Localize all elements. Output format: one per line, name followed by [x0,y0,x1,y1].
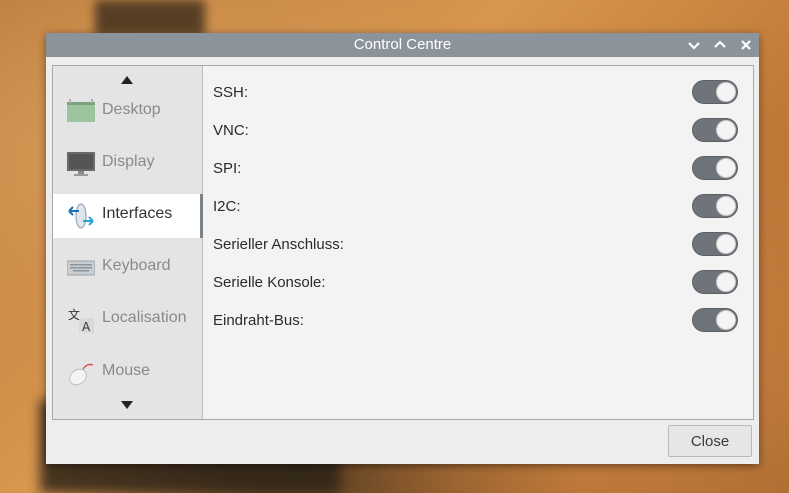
monitor-icon [67,152,95,176]
toggle-knob [716,234,736,254]
sidebar-item-mouse[interactable]: Mouse [53,351,202,395]
sidebar-item-label: Display [102,153,155,170]
close-button-label: Close [690,433,730,450]
title-bar[interactable]: Control Centre [46,33,759,57]
interface-row-spi: SPI: [203,153,753,183]
svg-text:文: 文 [68,307,80,322]
main-panel: Desktop Display Interfaces Keyboard 文 A … [52,65,754,420]
interface-label: VNC: [213,122,249,139]
interface-row-i2c: I2C: [203,191,753,221]
one-wire-toggle[interactable] [692,308,738,332]
interface-row-ssh: SSH: [203,77,753,107]
keyboard-icon [67,260,95,276]
interface-row-vnc: VNC: [203,115,753,145]
interface-label: SSH: [213,84,249,101]
desktop-icon [67,99,95,122]
interface-row-serial-port: Serieller Anschluss: [203,229,753,259]
close-icon [741,40,751,50]
toggle-knob [716,120,736,140]
spi-toggle[interactable] [692,156,738,180]
maximize-button[interactable] [711,36,729,54]
sidebar-scroll-down-button[interactable] [53,397,202,413]
sidebar-item-interfaces[interactable]: Interfaces [53,194,202,238]
interface-label: Serielle Konsole: [213,274,326,291]
interface-label: Eindraht-Bus: [213,312,304,329]
interface-label: Serieller Anschluss: [213,236,344,253]
triangle-down-icon [121,401,133,409]
toggle-knob [716,272,736,292]
interface-label: SPI: [213,160,242,177]
triangle-up-icon [121,76,133,84]
vnc-toggle[interactable] [692,118,738,142]
interface-row-one-wire: Eindraht-Bus: [203,305,753,335]
sidebar-scroll-up-button[interactable] [53,72,202,88]
i2c-toggle[interactable] [692,194,738,218]
sidebar-item-label: Keyboard [102,257,171,274]
sidebar-item-label: Interfaces [102,205,173,222]
toggle-knob [716,158,736,178]
sidebar-item-display[interactable]: Display [53,142,202,186]
interfaces-icon [68,203,94,229]
ssh-toggle[interactable] [692,80,738,104]
localisation-icon: 文 A [68,307,94,334]
close-button[interactable]: Close [668,425,752,457]
control-centre-window: Control Centre Desktop Display Interface… [46,33,759,464]
chevron-up-icon [714,40,726,48]
close-window-button[interactable] [737,36,755,54]
sidebar: Desktop Display Interfaces Keyboard 文 A … [53,66,203,419]
toggle-knob [716,82,736,102]
toggle-knob [716,196,736,216]
interfaces-panel: SSH: VNC: SPI: I2C: Serieller Anschluss:… [203,66,753,419]
sidebar-item-label: Localisation [102,309,187,326]
mouse-icon [69,363,94,386]
sidebar-item-label: Desktop [102,101,161,118]
sidebar-item-label: Mouse [102,362,151,379]
sidebar-item-desktop[interactable]: Desktop [53,90,202,134]
interface-row-serial-console: Serielle Konsole: [203,267,753,297]
svg-text:A: A [82,320,91,334]
sidebar-item-localisation[interactable]: 文 A Localisation [53,298,202,342]
minimize-button[interactable] [685,36,703,54]
serial-port-toggle[interactable] [692,232,738,256]
interface-label: I2C: [213,198,241,215]
window-title: Control Centre [353,36,452,53]
serial-console-toggle[interactable] [692,270,738,294]
toggle-knob [716,310,736,330]
sidebar-item-keyboard[interactable]: Keyboard [53,246,202,290]
wallpaper-shadow-top [95,0,205,36]
chevron-down-icon [688,42,700,50]
